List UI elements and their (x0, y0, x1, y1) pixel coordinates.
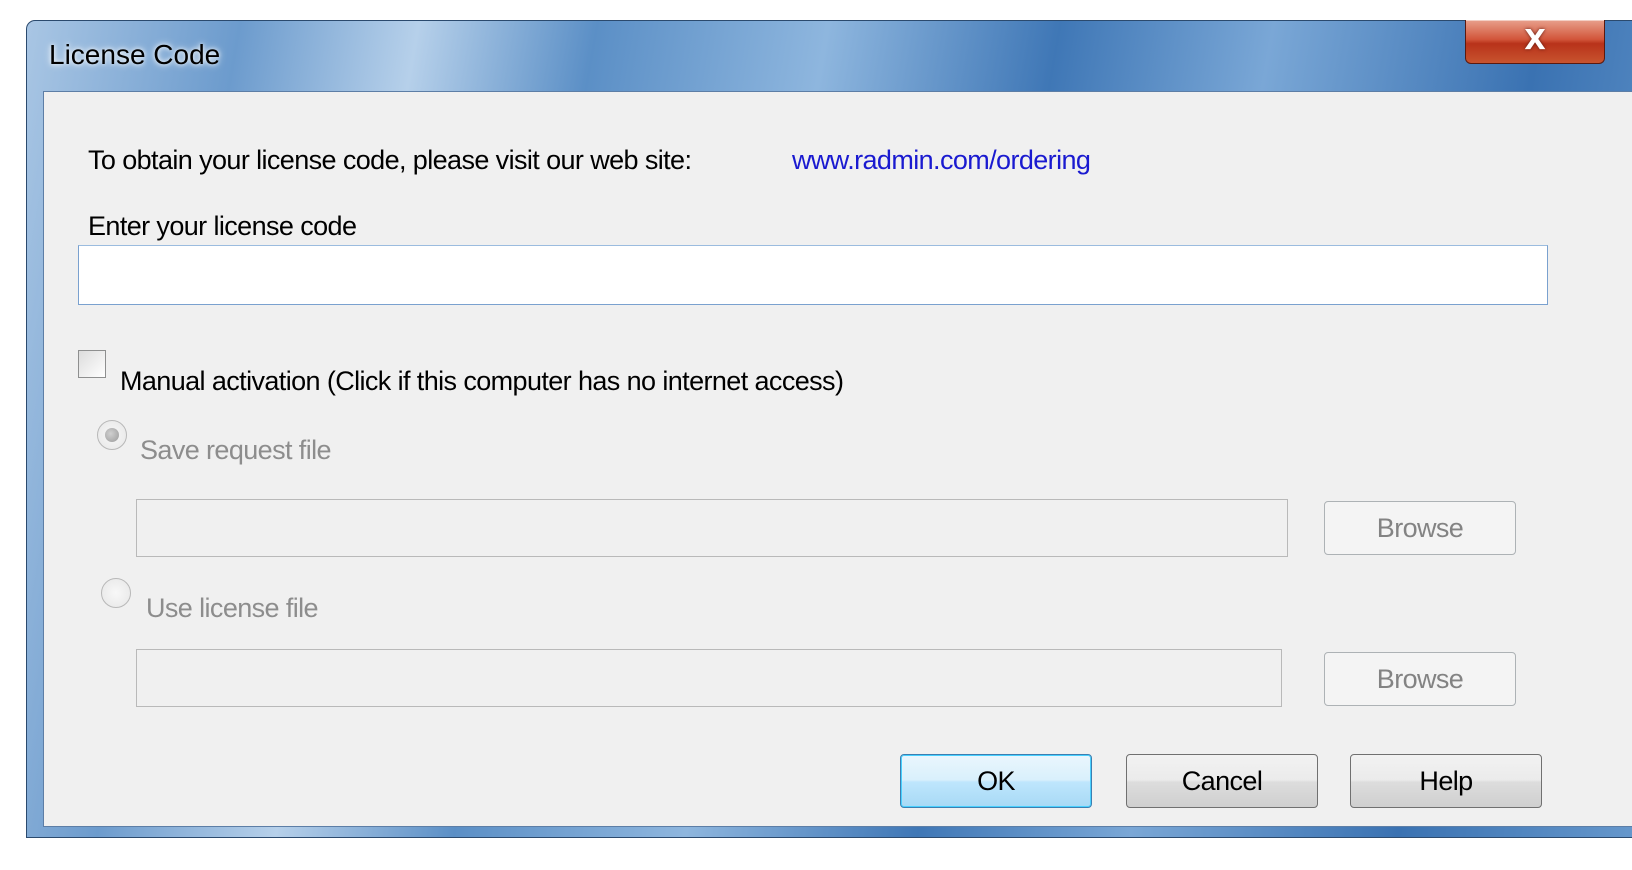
license-code-input[interactable] (78, 245, 1548, 305)
browse-request-file-button[interactable]: Browse (1324, 501, 1516, 555)
close-button[interactable]: X (1465, 20, 1605, 64)
license-code-dialog: License Code X To obtain your license co… (26, 20, 1632, 838)
intro-text: To obtain your license code, please visi… (88, 145, 692, 175)
help-button[interactable]: Help (1350, 754, 1542, 808)
request-file-path-field[interactable] (136, 499, 1288, 557)
ok-button[interactable]: OK (900, 754, 1092, 808)
license-code-label: Enter your license code (88, 211, 357, 241)
manual-activation-checkbox[interactable] (78, 350, 106, 378)
save-request-label[interactable]: Save request file (140, 435, 332, 466)
radio-selected-dot (105, 428, 119, 442)
dialog-body: To obtain your license code, please visi… (43, 91, 1632, 827)
cancel-button[interactable]: Cancel (1126, 754, 1318, 808)
save-request-radio[interactable] (97, 420, 127, 450)
manual-activation-label[interactable]: Manual activation (Click if this compute… (120, 366, 844, 397)
browse-license-file-button[interactable]: Browse (1324, 652, 1516, 706)
title-bar[interactable]: License Code X (27, 20, 1632, 91)
use-license-file-radio[interactable] (101, 578, 131, 608)
dialog-title: License Code (49, 39, 221, 70)
use-license-file-label[interactable]: Use license file (146, 593, 319, 624)
close-icon: X (1524, 23, 1546, 56)
license-file-path-field[interactable] (136, 649, 1282, 707)
ordering-link[interactable]: www.radmin.com/ordering (792, 145, 1091, 176)
